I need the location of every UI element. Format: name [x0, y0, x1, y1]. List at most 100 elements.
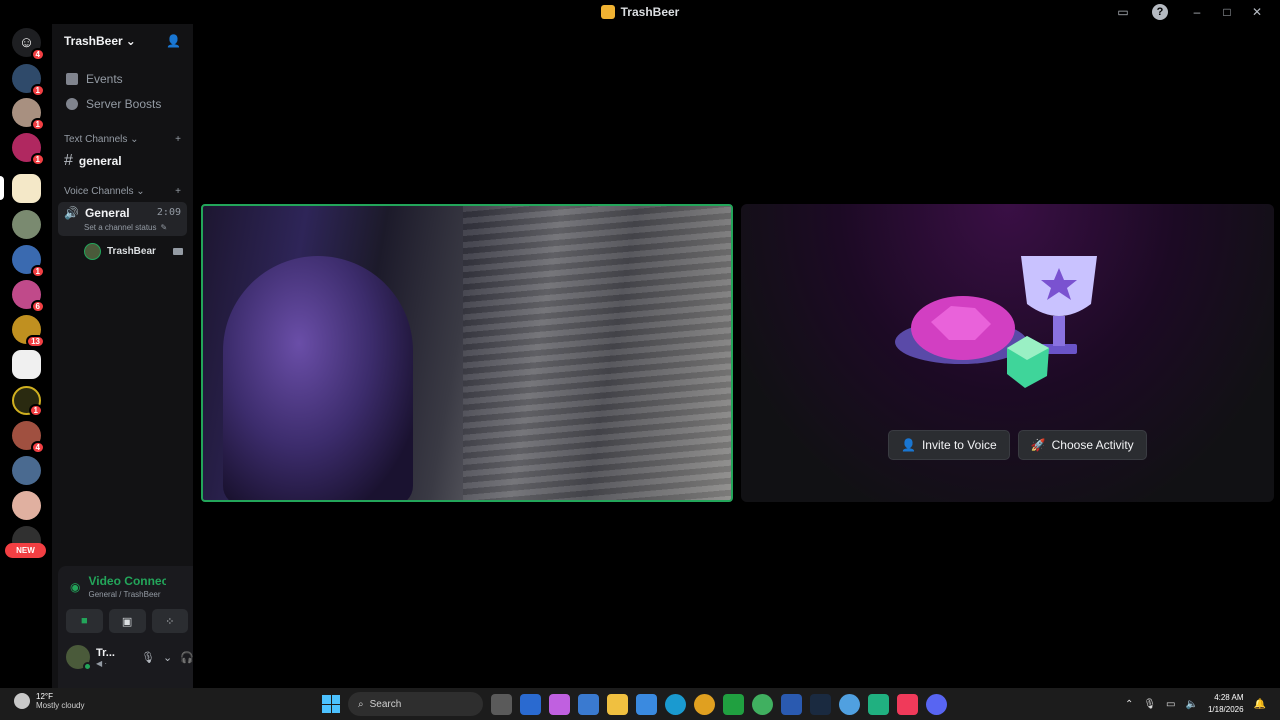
- task-view-icon[interactable]: [491, 693, 512, 715]
- server-icon[interactable]: 1: [12, 98, 45, 131]
- add-member-icon[interactable]: 👤: [166, 34, 181, 48]
- notification-badge: 4: [30, 48, 45, 61]
- notification-icon[interactable]: 🔔: [1254, 699, 1266, 710]
- headphones-icon[interactable]: 🎧: [180, 651, 194, 664]
- active-server-indicator: [0, 176, 4, 200]
- server-icon[interactable]: 6: [12, 280, 45, 313]
- chevron-up-icon[interactable]: ⌃: [1125, 699, 1133, 710]
- category-voice-channels[interactable]: Voice Channels ⌄ +: [52, 182, 193, 200]
- weather-widget[interactable]: 12°F Mostly cloudy: [14, 692, 84, 710]
- chrome-icon[interactable]: [694, 693, 715, 715]
- server-icon[interactable]: 1: [12, 386, 43, 417]
- category-text-channels[interactable]: Text Channels ⌄ +: [52, 130, 193, 148]
- server-icon[interactable]: 1: [12, 245, 45, 278]
- menu-item-events[interactable]: Events: [52, 66, 193, 91]
- server-icon[interactable]: [12, 456, 41, 485]
- copilot-icon[interactable]: [549, 693, 570, 715]
- server-header[interactable]: TrashBeer ⌄ 👤: [52, 24, 193, 58]
- pencil-icon: ✎: [160, 223, 168, 232]
- voice-user-name: TrashBear: [107, 245, 156, 257]
- webcam-person: [223, 256, 413, 500]
- camera-button[interactable]: ■: [66, 609, 103, 633]
- server-rail: ☺ 4 1 1 1 1 6 13 1 4 NEW: [0, 24, 52, 688]
- microphone-icon[interactable]: 🎙: [1143, 699, 1156, 710]
- cloud-icon: [14, 693, 30, 709]
- outlook-icon[interactable]: [520, 693, 541, 715]
- inbox-icon[interactable]: ▭: [1108, 0, 1138, 24]
- chevron-down-icon: ⌄: [136, 185, 145, 197]
- video-tile[interactable]: [201, 204, 733, 502]
- calendar-icon: [66, 72, 78, 85]
- boost-icon: [66, 97, 78, 110]
- voice-stage: 👤 Invite to Voice 🚀 Choose Activity: [193, 24, 1280, 688]
- notification-badge: 13: [26, 335, 45, 348]
- window-title-text: TrashBeer: [620, 5, 680, 19]
- avatar: [84, 242, 101, 260]
- steam-icon[interactable]: [810, 693, 831, 715]
- app-icon: [600, 5, 615, 19]
- choose-activity-button[interactable]: 🚀 Choose Activity: [1017, 430, 1147, 460]
- channel-status[interactable]: Set a channel status ✎: [64, 223, 181, 232]
- avatar[interactable]: [66, 645, 92, 671]
- notification-badge: 1: [30, 265, 45, 278]
- chrome-icon[interactable]: [752, 693, 773, 715]
- music-icon[interactable]: [897, 693, 918, 715]
- server-icon[interactable]: 1: [12, 133, 45, 166]
- edge-icon[interactable]: [665, 693, 686, 715]
- microphone-icon[interactable]: 🎙: [141, 651, 155, 664]
- start-button[interactable]: [322, 695, 340, 713]
- clock[interactable]: 4:28 AM 1/18/2026: [1208, 692, 1244, 716]
- discord-icon[interactable]: [926, 693, 947, 715]
- username[interactable]: Tr...: [96, 647, 115, 659]
- word-icon[interactable]: [781, 693, 802, 715]
- maximize-button[interactable]: □: [1212, 0, 1242, 24]
- add-user-icon: 👤: [901, 438, 916, 452]
- taskbar-search[interactable]: ⌕ Search: [348, 692, 483, 716]
- file-explorer-icon[interactable]: [607, 693, 628, 715]
- activity-tile: 👤 Invite to Voice 🚀 Choose Activity: [741, 204, 1274, 502]
- screen-share-button[interactable]: ▣: [108, 609, 146, 633]
- add-channel-icon[interactable]: +: [175, 186, 181, 197]
- volume-icon[interactable]: 🔈: [1186, 699, 1198, 710]
- invite-label: Invite to Voice: [921, 438, 997, 452]
- speaking-icon: ◀ ·: [96, 658, 108, 668]
- server-icon-trashbeer[interactable]: [12, 174, 41, 203]
- add-channel-icon[interactable]: +: [175, 134, 181, 145]
- app-icon[interactable]: [723, 693, 744, 715]
- activities-button[interactable]: ⁘: [151, 609, 189, 633]
- monitor-icon[interactable]: ▭: [1166, 699, 1175, 710]
- app-icon[interactable]: [636, 693, 657, 715]
- chevron-down-icon[interactable]: ⌄: [163, 651, 172, 664]
- store-icon[interactable]: [578, 693, 599, 715]
- chrome-icon[interactable]: [839, 693, 860, 715]
- server-icon-chatgpt[interactable]: [12, 350, 41, 379]
- minimize-button[interactable]: –: [1182, 0, 1212, 24]
- channel-general-text[interactable]: # general: [52, 148, 193, 174]
- voice-user-item[interactable]: TrashBear: [52, 240, 193, 262]
- speaker-icon: 🔊: [64, 206, 79, 220]
- voice-channel-label: General: [84, 206, 130, 220]
- connection-location: General / TrashBeer: [88, 590, 161, 599]
- screen-share-icon: ▣: [121, 615, 133, 628]
- rocket-icon: 🚀: [1030, 438, 1046, 452]
- close-button[interactable]: ✕: [1242, 0, 1272, 24]
- server-icon[interactable]: [12, 210, 41, 239]
- server-icon[interactable]: [12, 491, 41, 520]
- category-label: Text Channels: [64, 133, 128, 145]
- server-icon[interactable]: 13: [12, 315, 45, 348]
- connection-status[interactable]: Video Connected: [88, 574, 166, 588]
- menu-item-label: Server Boosts: [86, 96, 162, 111]
- server-icon[interactable]: 4: [12, 421, 45, 454]
- menu-item-server-boosts[interactable]: Server Boosts: [52, 91, 193, 116]
- home-button[interactable]: ☺ 4: [12, 28, 45, 61]
- online-status-dot: [83, 662, 92, 671]
- webcam-feed: [463, 206, 731, 500]
- invite-to-voice-button[interactable]: 👤 Invite to Voice: [888, 430, 1010, 460]
- server-icon[interactable]: 1: [12, 64, 45, 97]
- voice-channel-general[interactable]: 🔊 General 2:09 Set a channel status ✎: [58, 202, 187, 236]
- chevron-down-icon: ⌄: [130, 133, 139, 145]
- app-icon[interactable]: [868, 693, 889, 715]
- clock-time: 4:28 AM: [1214, 693, 1244, 702]
- signal-icon[interactable]: ◉: [70, 580, 80, 594]
- help-icon[interactable]: ?: [1152, 4, 1168, 20]
